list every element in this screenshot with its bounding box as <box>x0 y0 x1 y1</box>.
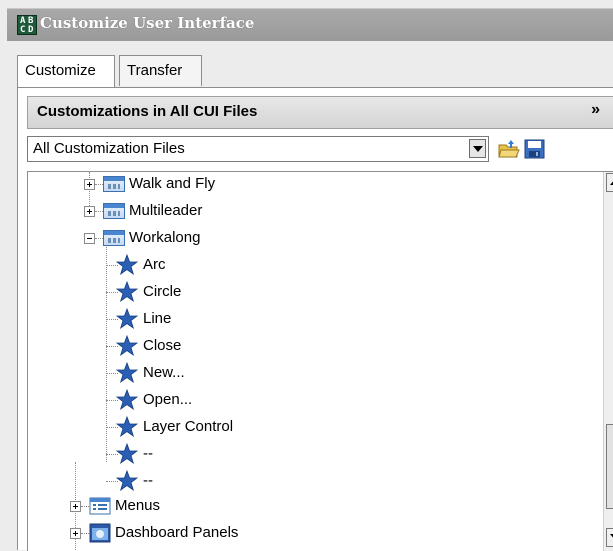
tree-node-label: Layer Control <box>143 418 234 435</box>
app-icon: AB CD <box>17 15 37 35</box>
toolbar-icon <box>103 203 125 219</box>
tree-node-label: -- <box>143 445 153 462</box>
tree-node-layer-control[interactable]: Layer Control <box>106 415 366 439</box>
tree-node-label: Multileader <box>129 202 203 219</box>
tree-node-menus[interactable]: Menus <box>70 494 320 518</box>
tree-node-label: Workalong <box>129 229 201 246</box>
tree-node-separator[interactable]: -- <box>106 442 366 466</box>
toolbar-icon <box>103 230 125 246</box>
star-icon <box>116 254 138 275</box>
tree-node-open[interactable]: Open... <box>106 388 366 412</box>
scroll-thumb[interactable] <box>606 424 613 509</box>
expand-icon[interactable] <box>70 501 81 512</box>
expand-icon[interactable] <box>70 528 81 539</box>
tree-node-line[interactable]: Line <box>106 307 366 331</box>
tree-node-label: Arc <box>143 256 166 273</box>
toolbar-icon <box>103 176 125 192</box>
star-icon <box>116 335 138 356</box>
tree-line <box>81 506 89 507</box>
star-icon <box>116 416 138 437</box>
expand-icon[interactable] <box>84 179 95 190</box>
tree-node-label: Close <box>143 337 182 354</box>
tree-node-workalong[interactable]: Workalong <box>84 226 334 250</box>
star-icon <box>116 281 138 302</box>
tree-node-label: Line <box>143 310 172 327</box>
menu-icon <box>89 497 111 515</box>
tab-transfer[interactable]: Transfer <box>119 55 202 86</box>
star-icon <box>116 362 138 383</box>
double-chevron-up-icon[interactable]: » <box>591 101 600 119</box>
open-file-icon[interactable] <box>497 138 521 160</box>
scroll-up-button[interactable] <box>606 173 613 192</box>
tree-node-close[interactable]: Close <box>106 334 366 358</box>
tree-node-label: Open... <box>143 391 193 408</box>
tree-line <box>95 211 103 212</box>
tree-node-new[interactable]: New... <box>106 361 366 385</box>
tree-node-label: Menus <box>115 497 161 514</box>
star-icon <box>116 470 138 491</box>
tree-node-label: New... <box>143 364 185 381</box>
window-title: Customize User Interface <box>40 14 255 32</box>
tree-node-label: Dashboard Panels <box>115 524 239 541</box>
chevron-down-icon[interactable] <box>469 139 486 158</box>
dropdown-value: All Customization Files <box>33 140 185 157</box>
tree-node-multileader[interactable]: Multileader <box>84 199 334 223</box>
save-icon[interactable] <box>523 138 547 160</box>
tree-node-label: Circle <box>143 283 182 300</box>
tree-node-label: -- <box>143 472 153 489</box>
tree-node-label: Walk and Fly <box>129 175 216 192</box>
star-icon <box>116 443 138 464</box>
customization-tree[interactable]: Walk and Fly Multileader Workalong Arc C… <box>27 171 613 551</box>
tree-node-separator[interactable]: -- <box>106 469 366 493</box>
tree-node-circle[interactable]: Circle <box>106 280 366 304</box>
tree-line <box>81 533 89 534</box>
panel-header[interactable]: Customizations in All CUI Files » <box>27 96 613 129</box>
panel-title: Customizations in All CUI Files <box>37 103 258 120</box>
collapse-icon[interactable] <box>84 233 95 244</box>
customizations-panel: Customizations in All CUI Files » All Cu… <box>17 87 613 551</box>
title-bar[interactable]: AB CD Customize User Interface <box>7 8 613 41</box>
tree-node-dashboard-panels[interactable]: Dashboard Panels <box>70 521 330 545</box>
star-icon <box>116 308 138 329</box>
dashboard-icon <box>89 523 111 543</box>
tree-node-walk-and-fly[interactable]: Walk and Fly <box>84 172 334 196</box>
scroll-down-button[interactable] <box>606 528 613 547</box>
star-icon <box>116 389 138 410</box>
tree-line <box>95 184 103 185</box>
tab-customize[interactable]: Customize <box>17 55 115 89</box>
tree-scrollbar[interactable] <box>603 172 613 551</box>
expand-icon[interactable] <box>84 206 95 217</box>
tree-line <box>95 238 103 239</box>
tree-node-arc[interactable]: Arc <box>106 253 366 277</box>
customization-file-select[interactable]: All Customization Files <box>27 136 489 162</box>
